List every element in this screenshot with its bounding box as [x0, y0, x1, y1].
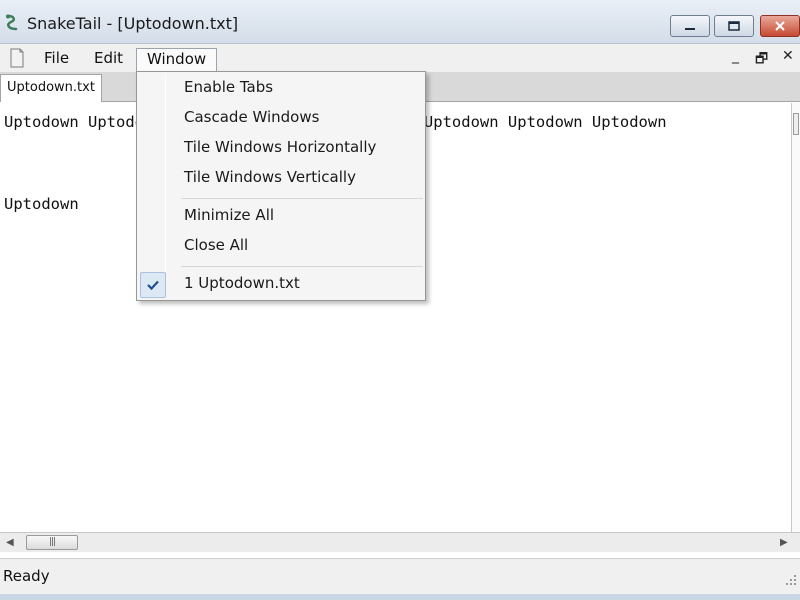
check-icon [147, 280, 159, 291]
vertical-scrollbar[interactable] [791, 103, 800, 533]
minimize-icon [685, 28, 695, 30]
minimize-button[interactable] [670, 15, 710, 37]
menu-gutter [165, 74, 166, 298]
close-icon [775, 21, 785, 31]
menu-item-minimize-all[interactable]: Minimize All [184, 206, 274, 224]
menu-item-tile-horizontally[interactable]: Tile Windows Horizontally [184, 138, 376, 156]
menu-file[interactable]: File [34, 48, 79, 72]
menu-item-window-1[interactable]: 1 Uptodown.txt [184, 274, 300, 292]
window-menu-dropdown: Enable Tabs Cascade Windows Tile Windows… [136, 71, 426, 301]
menu-item-cascade-windows[interactable]: Cascade Windows [184, 108, 319, 126]
tab-uptodown[interactable]: Uptodown.txt [0, 74, 102, 102]
document-icon[interactable] [9, 48, 25, 68]
mdi-restore-button[interactable]: 🗗 [755, 48, 768, 72]
menu-item-enable-tabs[interactable]: Enable Tabs [184, 78, 273, 96]
status-text: Ready [3, 567, 50, 585]
maximize-icon [728, 21, 740, 31]
vertical-scroll-thumb[interactable] [793, 113, 799, 135]
maximize-button[interactable] [714, 15, 754, 37]
menu-edit[interactable]: Edit [84, 48, 133, 72]
scroll-right-arrow-icon[interactable]: ▶ [780, 537, 788, 548]
mdi-close-button[interactable]: ✕ [782, 48, 794, 64]
horizontal-scrollbar[interactable]: ◀ ||| ▶ [0, 532, 800, 552]
window-bottom-border [0, 594, 800, 600]
text-line: Uptodown [4, 195, 79, 213]
status-bar: Ready [0, 558, 800, 594]
window-title: SnakeTail - [Uptodown.txt] [27, 14, 239, 33]
mdi-minimize-button[interactable]: _ [732, 48, 739, 64]
horizontal-scroll-thumb[interactable]: ||| [26, 535, 78, 550]
menu-separator [181, 266, 423, 267]
resize-grip-icon[interactable] [784, 573, 798, 587]
title-bar: SnakeTail - [Uptodown.txt] [0, 0, 800, 44]
snake-icon [6, 14, 18, 31]
scroll-left-arrow-icon[interactable]: ◀ [6, 537, 14, 548]
menu-separator [181, 198, 423, 199]
close-button[interactable] [760, 15, 800, 37]
menu-item-close-all[interactable]: Close All [184, 236, 248, 254]
menu-check-highlight [140, 272, 166, 298]
menu-item-tile-vertically[interactable]: Tile Windows Vertically [184, 168, 356, 186]
menu-bar: File Edit Window [0, 44, 800, 76]
